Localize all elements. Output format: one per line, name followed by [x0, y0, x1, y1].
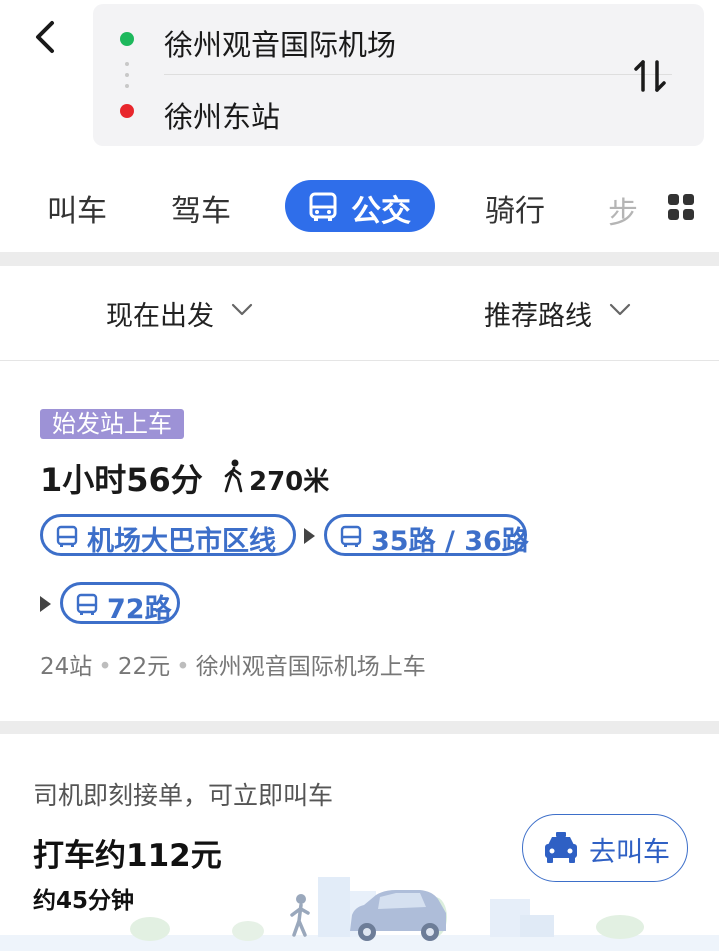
plan-tag: 始发站上车	[40, 409, 184, 439]
line-pill-72[interactable]: 72路	[60, 582, 180, 625]
line-name: 72路	[107, 594, 172, 625]
tab-drive[interactable]: 驾车	[171, 186, 231, 230]
bus-icon	[56, 525, 78, 547]
origin-field[interactable]: 徐州观音国际机场	[164, 22, 396, 64]
bus-icon	[309, 192, 337, 221]
boarding-stop: 徐州观音国际机场上车	[195, 654, 426, 680]
back-arrow-icon[interactable]	[26, 14, 66, 60]
chevron-down-icon	[609, 303, 631, 316]
top-panel: 徐州观音国际机场 徐州东站 叫车 驾车 公交 骑行 步	[0, 0, 719, 252]
taxi-card[interactable]: 司机即刻接单，可立即叫车 打车约112元 约45分钟 去叫车	[0, 734, 719, 951]
grid-icon[interactable]	[667, 193, 695, 221]
filter-bar: 现在出发 推荐路线	[0, 266, 719, 361]
tab-taxi[interactable]: 叫车	[47, 186, 107, 230]
destination-field[interactable]: 徐州东站	[164, 94, 280, 136]
route-dot-divider	[125, 73, 129, 77]
route-input-box: 徐州观音国际机场 徐州东站	[93, 4, 704, 146]
bus-icon	[76, 593, 98, 615]
route-divider	[164, 74, 672, 75]
line-pill-35-36[interactable]: 35路 / 36路	[324, 514, 529, 557]
route-dot-divider	[125, 84, 129, 88]
transit-plan-card[interactable]: 始发站上车 1小时56分 270米 机场大巴市区线 35路 / 36路 72路 …	[0, 361, 719, 721]
city-scene-illustration	[0, 877, 719, 951]
tab-bus[interactable]: 公交	[285, 180, 435, 232]
origin-dot-icon	[120, 32, 134, 46]
transfer-arrow-icon	[304, 528, 315, 544]
taxi-icon	[545, 832, 577, 863]
route-sort-dropdown[interactable]: 推荐路线	[484, 294, 592, 333]
line-name: 35路 / 36路	[371, 526, 529, 557]
tab-bike[interactable]: 骑行	[485, 186, 545, 230]
line-pill-airport-bus[interactable]: 机场大巴市区线	[40, 514, 296, 557]
meta-separator: •	[176, 654, 190, 680]
walk-icon	[224, 459, 243, 493]
transfer-arrow-icon	[40, 596, 51, 612]
chevron-down-icon	[231, 303, 253, 316]
tab-walk[interactable]: 步	[608, 188, 638, 232]
departure-time-dropdown[interactable]: 现在出发	[106, 294, 214, 333]
destination-dot-icon	[120, 104, 134, 118]
swap-icon[interactable]	[630, 56, 670, 96]
go-taxi-label: 去叫车	[589, 837, 670, 868]
route-dot-divider	[125, 62, 129, 66]
stop-count: 24站	[40, 654, 93, 680]
plan-meta: 24站 • 22元 • 徐州观音国际机场上车	[40, 647, 426, 681]
bus-icon	[340, 525, 362, 547]
tab-bus-label: 公交	[351, 194, 411, 229]
fare: 22元	[117, 654, 171, 680]
taxi-note: 司机即刻接单，可立即叫车	[33, 781, 334, 810]
plan-duration: 1小时56分	[40, 461, 203, 499]
meta-separator: •	[98, 654, 112, 680]
line-name: 机场大巴市区线	[87, 526, 276, 557]
walk-distance: 270米	[249, 467, 330, 497]
